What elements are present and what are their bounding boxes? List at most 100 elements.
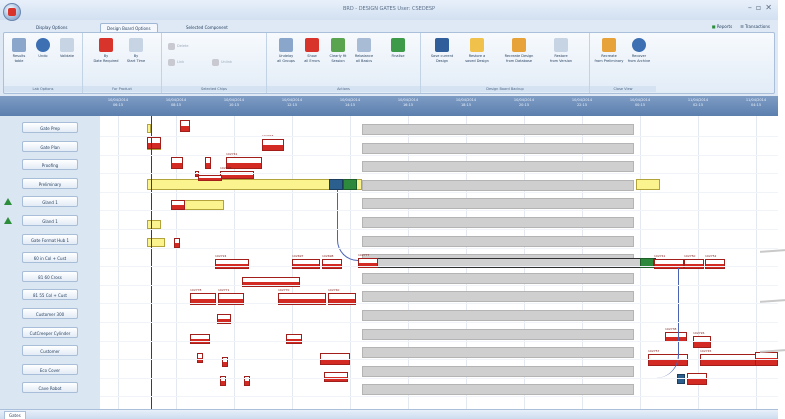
calendar-icon <box>99 38 113 52</box>
task-block[interactable] <box>693 336 711 348</box>
task-block[interactable] <box>684 259 704 269</box>
task-block[interactable] <box>180 120 190 132</box>
task-block[interactable] <box>174 238 180 248</box>
preliminary-active-bar-late[interactable] <box>636 179 660 190</box>
results-table-label: Results table <box>12 54 26 63</box>
resource-row-label[interactable]: Proofing <box>22 159 78 171</box>
transactions-icon: ☰ <box>740 24 744 29</box>
task-block[interactable] <box>171 157 183 169</box>
gates-tab[interactable]: Gates <box>4 411 26 419</box>
version-icon <box>554 38 568 52</box>
completed-step-block[interactable] <box>343 179 357 190</box>
gland-secondary-bar[interactable] <box>184 200 224 210</box>
errors-icon <box>305 38 319 52</box>
task-block[interactable] <box>205 157 211 169</box>
task-id-label: 102777 <box>358 253 370 257</box>
resource-row-label[interactable]: Customer 300 <box>22 308 78 319</box>
resource-row-label[interactable]: CutCreeper Cylinder <box>22 326 78 338</box>
undelay-all-groups-button[interactable]: Undelay all Groups <box>273 36 299 78</box>
save-icon <box>435 38 449 52</box>
hub-active-bar[interactable] <box>147 238 165 247</box>
task-block[interactable] <box>286 334 302 344</box>
gantt-chart[interactable]: 1027731027411027781027241026971026981027… <box>100 116 778 409</box>
show-all-errors-button[interactable]: Show all Errors <box>299 36 325 78</box>
results-table-button[interactable]: Results table <box>6 36 32 78</box>
task-block-fill <box>199 177 221 180</box>
timeline-tick: 10/04/2014 08:15 <box>158 98 194 107</box>
minimize-button[interactable]: – <box>748 3 752 12</box>
task-block[interactable] <box>262 139 284 151</box>
rebalance-all-basics-button[interactable]: Rebalance all Basics <box>351 36 377 78</box>
idle-period-bar <box>362 272 634 284</box>
resource-row-label[interactable]: Gate Plan <box>22 140 78 152</box>
gland-active-bar[interactable] <box>147 220 161 229</box>
save-current-design-button[interactable]: Save current Design <box>427 36 457 78</box>
resource-row-label[interactable]: Gate Prep <box>22 122 78 133</box>
idle-period-bar <box>362 291 634 303</box>
resource-row-label[interactable]: 81 55 Col + Cust <box>22 289 78 301</box>
row-divider <box>100 154 778 156</box>
restore-saved-design-button[interactable]: Restore a saved Design <box>461 36 493 78</box>
window-title: BRD - DESIGN GATES User: CSEDESP <box>342 6 436 12</box>
resource-row-label[interactable]: 60 in Col + Cust <box>22 252 78 264</box>
task-block[interactable] <box>292 259 320 269</box>
resource-row-label[interactable]: 81 60 Cross <box>22 270 78 282</box>
unlink-button[interactable]: Unlink <box>212 57 250 67</box>
ribbon: Results table Undo Validate Lab Options … <box>3 32 775 94</box>
idle-period-bar <box>362 142 634 154</box>
reports-link[interactable]: ■ Reports <box>712 24 732 29</box>
link-label: Link <box>177 59 185 64</box>
ribbon-group-selected-chips: Delete Link Unlink Selected Chips <box>162 33 267 93</box>
task-block[interactable] <box>322 259 342 269</box>
task-block[interactable] <box>705 259 725 269</box>
current-step-block[interactable] <box>329 179 343 190</box>
finalise-button[interactable]: Finalise <box>385 36 411 78</box>
delete-label: Delete <box>177 43 189 48</box>
task-block[interactable] <box>190 334 210 344</box>
by-start-time-button[interactable]: By Start Time <box>123 36 149 78</box>
link-icon <box>168 58 175 66</box>
task-block[interactable] <box>220 171 254 179</box>
current-step-block-late[interactable] <box>677 374 685 384</box>
by-date-required-button[interactable]: By Date Required <box>93 36 119 78</box>
tick-time: 20:15 <box>518 102 530 107</box>
link-button[interactable]: Link <box>168 57 206 67</box>
recreate-design-from-database-button[interactable]: Recreate Design from Database <box>499 36 539 78</box>
task-block-fill <box>172 204 184 209</box>
task-block[interactable] <box>197 353 203 363</box>
clearly-fit-session-button[interactable]: Clearly fit Session <box>325 36 351 78</box>
restore-from-version-button[interactable]: Restore from Version <box>545 36 577 78</box>
delete-button[interactable]: Delete <box>168 41 206 51</box>
undo-button[interactable]: Undo <box>30 36 56 78</box>
resource-row-label[interactable]: Cave Robot <box>22 382 78 394</box>
by-date-required-label: By Date Required <box>93 54 119 63</box>
page-background <box>778 0 785 419</box>
task-block-fill <box>175 242 179 247</box>
resource-row-label[interactable]: Gland 1 <box>22 196 78 208</box>
tab-selected-component[interactable]: Selected Component <box>180 23 234 32</box>
task-block[interactable] <box>171 200 185 210</box>
row-divider <box>100 191 778 193</box>
tab-display-options[interactable]: Display Options <box>30 23 73 32</box>
recreate-from-preliminary-button[interactable]: Recreate from Preliminary <box>594 36 624 78</box>
task-block[interactable] <box>215 259 249 269</box>
task-block[interactable] <box>198 175 222 181</box>
finalise-label: Finalise <box>391 54 405 58</box>
fit-icon <box>331 38 345 52</box>
task-block[interactable] <box>147 137 161 149</box>
resource-row-label[interactable]: Gate Format Hub 1 <box>22 233 78 245</box>
maximize-button[interactable]: ▫ <box>756 3 761 12</box>
resource-row-label[interactable]: Eco Cover <box>22 363 78 375</box>
recreate-database-label: Recreate Design from Database <box>504 54 534 63</box>
task-id-label: 102745 <box>700 349 712 353</box>
task-block-fill <box>694 341 710 347</box>
validate-button[interactable]: Validate <box>54 36 80 78</box>
resource-row-label[interactable]: Customer <box>22 345 78 357</box>
resource-row-label[interactable]: Gland 1 <box>22 215 78 226</box>
tick-time: 08:15 <box>170 102 182 107</box>
close-button[interactable]: ✕ <box>765 3 772 12</box>
transactions-link[interactable]: ☰ Transactions <box>740 24 770 29</box>
task-block[interactable] <box>687 373 707 385</box>
recover-from-archive-button[interactable]: Recover from Archive <box>624 36 654 78</box>
resource-row-label[interactable]: Preliminary <box>22 177 78 189</box>
